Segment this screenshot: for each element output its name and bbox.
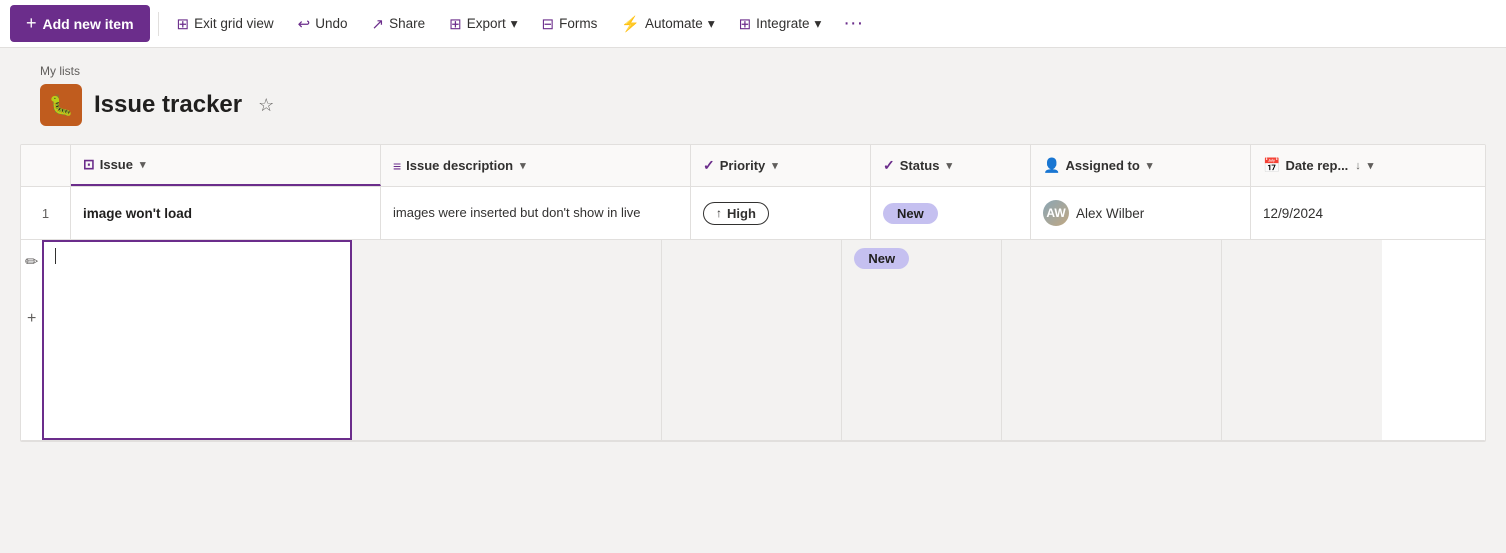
row-2-assigned-edit[interactable]: [1002, 240, 1222, 440]
forms-icon: ⊟: [542, 15, 555, 33]
col-header-num: [21, 145, 71, 186]
star-icon[interactable]: ☆: [258, 95, 274, 116]
issue-col-icon: ⊡: [83, 156, 95, 173]
row-2-priority-edit[interactable]: [662, 240, 842, 440]
exit-grid-button[interactable]: ⊞ Exit grid view: [167, 9, 284, 39]
add-row-icon[interactable]: +: [23, 306, 40, 332]
row-1-desc-text: images were inserted but don't show in l…: [393, 204, 640, 222]
status-col-icon: ✓: [883, 157, 895, 174]
status-col-chevron-icon: ▾: [946, 159, 952, 172]
col-desc-label: Issue description: [406, 158, 513, 173]
automate-icon: ⚡: [621, 15, 640, 33]
list-icon: 🐛: [40, 84, 82, 126]
priority-arrow-icon: ↑: [716, 206, 722, 220]
row-actions: ✏ +: [21, 240, 42, 440]
editing-row: ✏ + New: [21, 240, 1485, 441]
integrate-label: Integrate: [756, 16, 809, 31]
row-1-description[interactable]: images were inserted but don't show in l…: [381, 187, 691, 239]
col-priority-label: Priority: [720, 158, 766, 173]
automate-button[interactable]: ⚡ Automate ▾: [611, 9, 724, 39]
toolbar-separator-1: [158, 12, 159, 36]
desc-col-chevron-icon: ▾: [520, 159, 526, 172]
row-2-status-edit[interactable]: New: [842, 240, 1002, 440]
assigned-name: Alex Wilber: [1076, 206, 1144, 221]
priority-text: High: [727, 206, 756, 221]
table-row: 1 image won't load images were inserted …: [21, 187, 1485, 240]
undo-label: Undo: [315, 16, 347, 31]
row-number-1: 1: [21, 187, 71, 239]
page-title-row: 🐛 Issue tracker ☆: [40, 84, 1466, 126]
date-col-sort-icon: ↓: [1355, 160, 1361, 172]
date-col-icon: 📅: [1263, 157, 1280, 174]
share-icon: ↗: [372, 15, 385, 33]
undo-button[interactable]: ↩ Undo: [288, 9, 358, 39]
avatar: AW: [1043, 200, 1069, 226]
automate-label: Automate: [645, 16, 703, 31]
export-chevron-icon: ▾: [511, 16, 518, 32]
exit-grid-label: Exit grid view: [194, 16, 274, 31]
plus-icon: +: [26, 13, 37, 34]
col-header-priority[interactable]: ✓ Priority ▾: [691, 145, 871, 186]
row-1-issue-text: image won't load: [83, 206, 192, 221]
status-badge: New: [883, 203, 938, 224]
more-options-button[interactable]: ···: [835, 8, 871, 39]
col-status-label: Status: [900, 158, 940, 173]
row-2-status-badge: New: [854, 248, 909, 269]
issue-col-chevron-icon: ▾: [140, 158, 146, 171]
row-1-assigned[interactable]: AW Alex Wilber: [1031, 187, 1251, 239]
row-1-date[interactable]: 12/9/2024: [1251, 187, 1411, 239]
share-label: Share: [389, 16, 425, 31]
automate-chevron-icon: ▾: [708, 16, 715, 32]
row-1-priority[interactable]: ↑ High: [691, 187, 871, 239]
integrate-icon: ⊞: [739, 15, 752, 33]
exit-grid-icon: ⊞: [177, 15, 190, 33]
editing-cells: New: [42, 240, 1485, 440]
integrate-chevron-icon: ▾: [814, 16, 821, 32]
page-header: My lists 🐛 Issue tracker ☆: [0, 48, 1506, 126]
col-date-label: Date rep...: [1285, 158, 1348, 173]
integrate-button[interactable]: ⊞ Integrate ▾: [729, 9, 832, 39]
row-2-issue-edit[interactable]: [42, 240, 352, 440]
export-label: Export: [467, 16, 506, 31]
forms-label: Forms: [559, 16, 597, 31]
col-header-status[interactable]: ✓ Status ▾: [871, 145, 1031, 186]
assigned-col-chevron-icon: ▾: [1147, 159, 1153, 172]
col-header-date[interactable]: 📅 Date rep... ↓ ▾: [1251, 145, 1411, 186]
col-header-issue[interactable]: ⊡ Issue ▾: [71, 145, 381, 186]
forms-button[interactable]: ⊟ Forms: [532, 9, 608, 39]
col-header-desc[interactable]: ≡ Issue description ▾: [381, 145, 691, 186]
breadcrumb: My lists: [40, 64, 1466, 78]
assigned-cell: AW Alex Wilber: [1043, 200, 1144, 226]
grid-container: ⊡ Issue ▾ ≡ Issue description ▾ ✓ Priori…: [20, 144, 1486, 442]
row-1-issue[interactable]: image won't load: [71, 187, 381, 239]
date-col-chevron-icon: ▾: [1368, 159, 1374, 172]
priority-col-icon: ✓: [703, 157, 715, 174]
row-1-status[interactable]: New: [871, 187, 1031, 239]
col-header-assigned[interactable]: 👤 Assigned to ▾: [1031, 145, 1251, 186]
bug-icon: 🐛: [49, 93, 74, 118]
edit-row-icon[interactable]: ✏: [21, 248, 42, 276]
add-new-label: Add new item: [43, 16, 134, 32]
export-icon: ⊞: [449, 15, 462, 33]
row-2-desc-edit[interactable]: [352, 240, 662, 440]
page-title: Issue tracker: [94, 91, 242, 119]
text-cursor: [55, 248, 56, 264]
assigned-col-icon: 👤: [1043, 157, 1060, 174]
col-issue-label: Issue: [100, 157, 133, 172]
add-new-button[interactable]: + Add new item: [10, 5, 150, 42]
row-2-date-edit[interactable]: [1222, 240, 1382, 440]
share-button[interactable]: ↗ Share: [362, 9, 436, 39]
toolbar: + Add new item ⊞ Exit grid view ↩ Undo ↗…: [0, 0, 1506, 48]
desc-col-icon: ≡: [393, 158, 401, 174]
col-assigned-label: Assigned to: [1065, 158, 1139, 173]
grid-header: ⊡ Issue ▾ ≡ Issue description ▾ ✓ Priori…: [21, 145, 1485, 187]
priority-badge: ↑ High: [703, 202, 769, 225]
undo-icon: ↩: [298, 15, 311, 33]
date-text: 12/9/2024: [1263, 206, 1323, 221]
priority-col-chevron-icon: ▾: [772, 159, 778, 172]
export-button[interactable]: ⊞ Export ▾: [439, 9, 527, 39]
